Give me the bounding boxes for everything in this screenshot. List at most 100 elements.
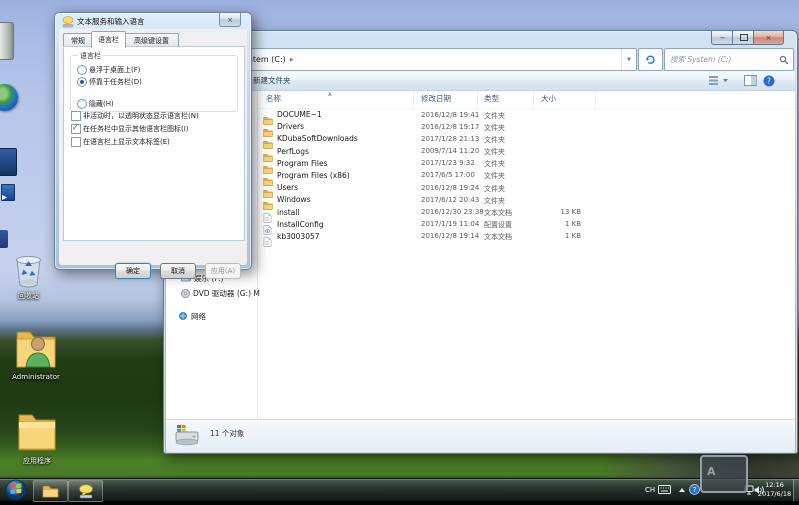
sidebar-item-dvd-drive[interactable]: DVD 驱动器 (G:) M [181, 288, 260, 299]
help-button[interactable]: ? [763, 74, 775, 87]
file-name: Program Files [277, 159, 328, 168]
breadcrumb-arrow-icon: ▶ [286, 57, 298, 63]
file-row[interactable]: Program Files 2017/1/23 9:32 文件夹 [258, 158, 795, 170]
tab-page-language-bar: 语言栏 悬浮于桌面上(F) 停靠于任务栏(D) 隐藏(H) 非活动时，以透明状态… [63, 46, 245, 241]
status-item-count: 11 个对象 [210, 428, 244, 439]
search-input[interactable] [665, 55, 779, 64]
file-name: Windows [277, 195, 310, 204]
checkbox-label[interactable]: 在任务栏中显示其他语言栏图标(I) [83, 124, 189, 134]
breadcrumb-dropdown-icon[interactable]: ▼ [621, 49, 636, 70]
recycle-bin-icon[interactable] [12, 251, 45, 290]
floating-language-bar[interactable]: A [700, 455, 748, 493]
file-row[interactable]: PerfLogs 2009/7/14 11:20 文件夹 [258, 146, 795, 158]
explorer-window: − × ▶ System (C:) ▶ ▼ 新建文件夹 [163, 30, 798, 454]
tray-clock[interactable]: 12:16 2017/6/18 [756, 481, 793, 499]
desktop-icon-partial-pc[interactable] [0, 22, 14, 60]
window-minimize-button[interactable]: − [711, 31, 734, 45]
checkbox-show-text-labels[interactable] [71, 137, 81, 147]
desktop-icon-label[interactable]: 应用程序 [0, 456, 74, 466]
maximize-icon [740, 34, 748, 41]
ok-button[interactable]: 确定 [115, 263, 151, 279]
start-button[interactable] [4, 479, 28, 501]
radio-label[interactable]: 隐藏(H) [89, 99, 114, 109]
file-row[interactable]: Users 2016/12/8 19:24 文件夹 [258, 182, 795, 194]
file-name: Program Files (x86) [277, 171, 350, 180]
keyboard-icon[interactable] [658, 485, 671, 494]
file-row[interactable]: install 2016/12/30 23:38 文本文档 13 KB [258, 207, 795, 219]
desktop-icon-partial-monitor[interactable] [0, 148, 17, 176]
explorer-folder-icon [42, 484, 59, 498]
column-header-date[interactable]: 修改日期 [421, 93, 451, 104]
file-row[interactable]: Windows 2017/6/12 20:43 文件夹 [258, 194, 795, 206]
taskbar-language-dialog-button[interactable] [68, 480, 103, 502]
groupbox-label: 语言栏 [78, 51, 103, 61]
file-type: 文本文档 [484, 208, 512, 218]
folder-icon[interactable] [16, 408, 58, 455]
file-row[interactable]: Drivers 2016/12/8 19:17 文件夹 [258, 121, 795, 133]
sidebar-item-network[interactable]: 网络 [178, 311, 206, 322]
radio-label[interactable]: 停靠于任务栏(D) [89, 77, 142, 87]
text-services-icon [78, 484, 94, 499]
checkbox-transparent-when-inactive[interactable] [71, 111, 81, 121]
taskbar-explorer-button[interactable] [33, 480, 68, 502]
user-folder-icon[interactable] [14, 324, 58, 373]
dialog-close-button[interactable]: × [219, 13, 241, 27]
hidden-icons-arrow[interactable] [678, 487, 686, 493]
breadcrumb[interactable]: ▶ System (C:) ▶ ▼ [226, 48, 637, 71]
new-folder-button[interactable]: 新建文件夹 [253, 75, 291, 86]
file-row[interactable]: DOCUME~1 2016/12/8 19:41 文件夹 [258, 109, 795, 121]
tray-help-icon[interactable]: ? [689, 484, 700, 495]
window-close-button[interactable]: × [753, 31, 784, 45]
file-row[interactable]: kb3003057 2016/12/8 19:14 文本文档 1 KB [258, 231, 795, 243]
window-maximize-button[interactable] [732, 31, 755, 45]
radio-label[interactable]: 悬浮于桌面上(F) [89, 65, 141, 75]
refresh-button[interactable] [638, 48, 663, 71]
windows-orb-icon [4, 479, 28, 501]
cancel-button[interactable]: 取消 [160, 263, 196, 279]
file-type: 文本文档 [484, 232, 512, 242]
tab-language-bar[interactable]: 语言栏 [91, 31, 126, 48]
column-header-type[interactable]: 类型 [484, 93, 499, 104]
preview-pane-icon [744, 75, 757, 86]
apply-button: 应用(A) [205, 263, 241, 279]
file-type: 文件夹 [484, 171, 505, 181]
help-icon: ? [763, 75, 775, 87]
file-type: 文件夹 [484, 147, 505, 157]
column-header-size[interactable]: 大小 [541, 93, 556, 104]
tab-advanced-key-settings[interactable]: 高级键设置 [124, 33, 179, 47]
explorer-content: 娱乐 (F:) DVD 驱动器 (G:) M 网络 ▲ 名称 [166, 91, 795, 419]
file-name: KDubaSoftDownloads [277, 134, 358, 143]
view-selector-button[interactable] [709, 74, 729, 87]
column-header-name[interactable]: 名称 [266, 93, 281, 104]
desktop-icon-label[interactable]: 回收站 [0, 291, 57, 301]
checkbox-show-extra-language-bar-icons[interactable] [71, 124, 81, 134]
desktop-icon-label[interactable]: Administrator [0, 373, 72, 381]
folder-icon [263, 122, 273, 132]
file-row[interactable]: InstallConfig 2017/1/19 11:04 配置设置 1 KB [258, 219, 795, 231]
network-icon [178, 312, 188, 321]
file-row[interactable]: Program Files (x86) 2017/6/5 17:00 文件夹 [258, 170, 795, 182]
show-desktop-button[interactable] [793, 479, 799, 501]
file-date: 2016/12/8 19:14 [421, 232, 479, 240]
file-name: PerfLogs [277, 147, 309, 156]
checkbox-label[interactable]: 在语言栏上显示文本标签(E) [83, 137, 170, 147]
checkbox-label[interactable]: 非活动时，以透明状态显示语言栏(N) [83, 111, 199, 121]
radio-dock-in-taskbar[interactable] [77, 77, 87, 87]
file-name: InstallConfig [277, 220, 324, 229]
file-type: 文件夹 [484, 123, 505, 133]
radio-hidden[interactable] [77, 99, 87, 109]
tray-language-indicator[interactable]: CH [645, 486, 655, 494]
desktop-icon-partial[interactable] [0, 230, 8, 248]
svg-text:?: ? [767, 76, 771, 85]
preview-pane-button[interactable] [744, 74, 757, 87]
file-date: 2009/7/14 11:20 [421, 147, 479, 155]
file-name: DOCUME~1 [277, 110, 322, 119]
file-row[interactable]: KDubaSoftDownloads 2017/1/28 21:13 文件夹 [258, 133, 795, 145]
tab-general[interactable]: 常规 [63, 33, 93, 47]
radio-float-on-desktop[interactable] [77, 65, 87, 75]
file-type: 文件夹 [484, 135, 505, 145]
desktop-icon-partial-shortcut[interactable] [1, 184, 15, 201]
status-bar: 11 个对象 [166, 419, 795, 452]
file-list: DOCUME~1 2016/12/8 19:41 文件夹 Drivers 201… [258, 109, 795, 243]
text-file-icon [263, 208, 273, 218]
